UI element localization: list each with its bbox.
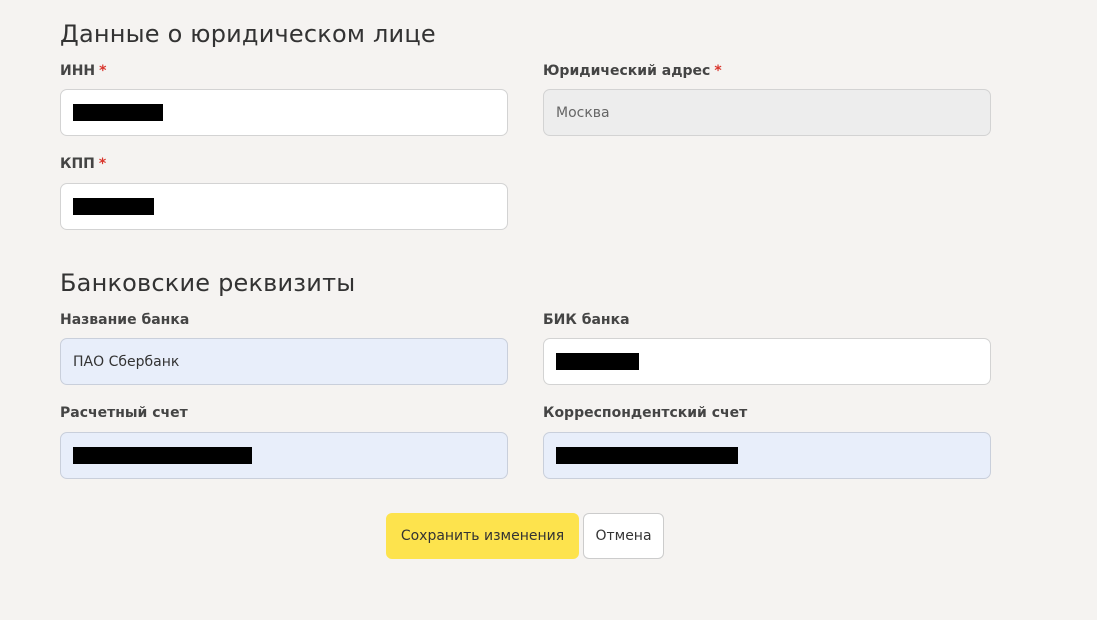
corr-account-label: Корреспондентский счет xyxy=(543,405,748,421)
bik-redacted-value xyxy=(556,353,639,370)
kpp-redacted-value xyxy=(73,198,154,215)
account-redacted-value xyxy=(73,447,252,464)
account-label: Расчетный счет xyxy=(60,405,188,421)
cancel-button[interactable]: Отмена xyxy=(583,513,664,559)
bik-input[interactable] xyxy=(543,338,991,385)
legal-address-label: Юридический адрес * xyxy=(543,63,722,79)
bank-name-input[interactable]: ПАО Сбербанк xyxy=(60,338,508,385)
bank-name-value: ПАО Сбербанк xyxy=(73,353,180,370)
kpp-input[interactable] xyxy=(60,183,508,230)
inn-redacted-value xyxy=(73,104,163,121)
kpp-required-mark: * xyxy=(98,156,107,172)
corr-account-redacted-value xyxy=(556,447,738,464)
legal-address-value: Москва xyxy=(556,104,610,121)
inn-input[interactable] xyxy=(60,89,508,136)
bank-details-title: Банковские реквизиты xyxy=(60,269,356,297)
inn-label-text: ИНН xyxy=(60,63,96,79)
legal-entity-title: Данные о юридическом лице xyxy=(60,20,436,48)
kpp-label-text: КПП xyxy=(60,156,95,172)
bank-name-label: Название банка xyxy=(60,312,190,328)
bik-label: БИК банка xyxy=(543,312,630,328)
inn-required-mark: * xyxy=(99,63,107,79)
account-input[interactable] xyxy=(60,432,508,479)
legal-address-input[interactable]: Москва xyxy=(543,89,991,136)
legal-address-required-mark: * xyxy=(714,63,722,79)
corr-account-input[interactable] xyxy=(543,432,991,479)
save-changes-button[interactable]: Сохранить изменения xyxy=(386,513,579,559)
inn-label: ИНН * xyxy=(60,63,106,79)
legal-address-label-text: Юридический адрес xyxy=(543,63,711,79)
kpp-label: КПП * xyxy=(60,156,106,172)
